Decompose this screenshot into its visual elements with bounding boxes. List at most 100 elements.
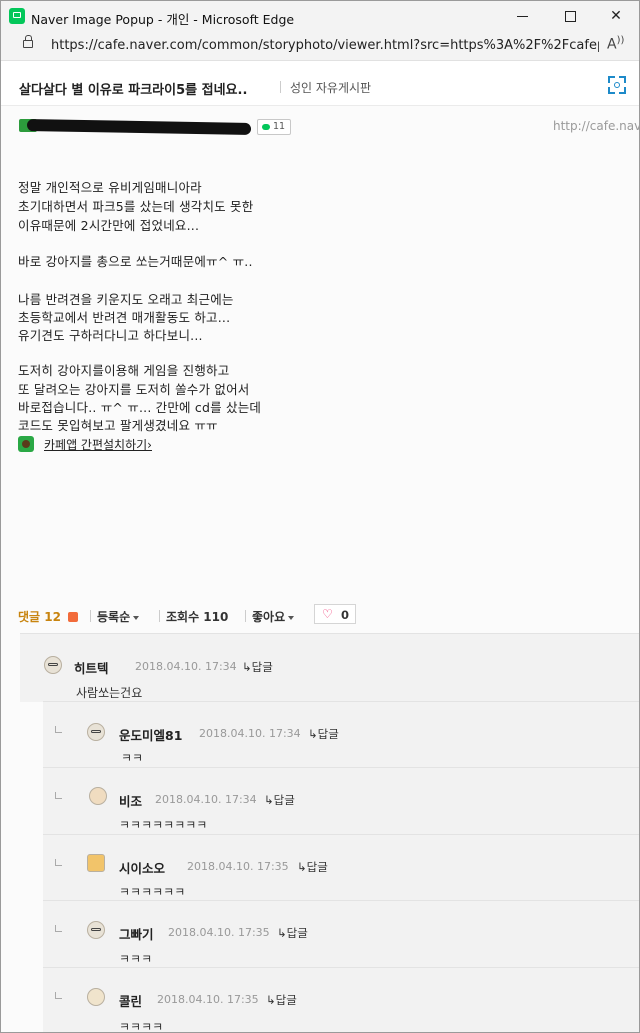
body-line: 유기견도 구하러다니고 하다보니... — [18, 328, 203, 343]
avatar[interactable] — [87, 921, 105, 939]
redacted-author-extra — [161, 125, 251, 133]
avatar[interactable] — [87, 988, 105, 1006]
likes-label: 좋아요 — [252, 610, 286, 624]
comment-list: 히트텍 2018.04.10. 17:34 ↳답글 사람쏘는건요 운도미엘81 … — [20, 633, 639, 1032]
reply-arrow-icon — [55, 859, 62, 866]
reply-arrow-icon — [55, 925, 62, 932]
body-line: 코드도 못입혀보고 팔게생겼네요 ㅠㅠ — [18, 418, 218, 433]
cafe-app-link[interactable]: 카페앱 간편설치하기› — [44, 436, 152, 453]
board-name[interactable]: 성인 자유게시판 — [290, 79, 371, 96]
divider — [159, 610, 160, 622]
maximize-button[interactable] — [547, 1, 593, 32]
reply-arrow-icon — [55, 992, 62, 999]
body-line: 바로 강아지를 총으로 쏘는거때문에ㅠ^ ㅠ.. — [18, 254, 253, 269]
comment-item: 히트텍 2018.04.10. 17:34 ↳답글 사람쏘는건요 — [20, 633, 639, 702]
comment-text: ㅋㅋㅋㅋㅋㅋㅋㅋ — [119, 818, 208, 832]
reply-button[interactable]: ↳답글 — [277, 925, 308, 941]
view-count: 조회수 110 — [166, 610, 229, 624]
caret-down-icon — [288, 615, 295, 620]
new-badge-icon — [68, 611, 79, 622]
divider — [90, 610, 91, 622]
page-content: 살다살다 별 이유로 파크라이5를 접네요.. 성인 자유게시판 11 http… — [1, 61, 639, 1032]
post-url[interactable]: http://cafe.nav — [553, 119, 639, 133]
comment-item: 운도미엘81 2018.04.10. 17:34 ↳답글 ㅋㅋ — [43, 701, 639, 768]
comment-date: 2018.04.10. 17:35 — [157, 993, 259, 1006]
close-button[interactable]: ✕ — [593, 1, 639, 32]
reply-label: 답글 — [251, 660, 273, 674]
body-line: 바로접습니다.. ㅠ^ ㅠ... 간만에 cd를 샀는데 — [18, 400, 262, 415]
comment-date: 2018.04.10. 17:35 — [187, 860, 289, 873]
cafe-app-icon — [18, 436, 34, 452]
comment-author[interactable]: 그빠기 — [119, 924, 154, 943]
reply-label: 답글 — [286, 926, 308, 940]
comment-text: ㅋㅋㅋ — [119, 952, 153, 966]
comment-author[interactable]: 콜린 — [119, 991, 142, 1010]
reply-label: 답글 — [275, 993, 297, 1007]
avatar[interactable] — [87, 854, 105, 872]
comment-date: 2018.04.10. 17:35 — [168, 926, 270, 939]
comment-count-badge[interactable]: 11 — [257, 119, 292, 135]
comment-text: 사람쏘는건요 — [76, 686, 143, 700]
read-aloud-icon[interactable]: A)) — [607, 35, 624, 53]
minimize-icon — [516, 15, 528, 17]
body-line: 나름 반려견을 키운지도 오래고 최근에는 — [18, 292, 234, 307]
divider — [280, 81, 281, 93]
comment-text: ㅋㅋ — [121, 751, 144, 765]
comment-author[interactable]: 히트텍 — [74, 658, 109, 677]
sort-label: 등록순 — [97, 610, 131, 624]
avatar[interactable] — [89, 787, 107, 805]
body-line: 도저히 강아지를이용해 게임을 진행하고 — [18, 363, 230, 378]
reply-label: 답글 — [317, 727, 339, 741]
title-bar: Naver Image Popup - 개인 - Microsoft Edge … — [1, 1, 639, 32]
scan-icon[interactable] — [608, 76, 626, 94]
reply-arrow-icon — [55, 726, 62, 733]
comment-item: 그빠기 2018.04.10. 17:35 ↳답글 ㅋㅋㅋ — [43, 900, 639, 968]
reply-button[interactable]: ↳답글 — [266, 992, 297, 1008]
avatar[interactable] — [87, 723, 105, 741]
comment-text: ㅋㅋㅋㅋㅋㅋ — [119, 885, 186, 899]
body-line: 초기대하면서 파크5를 샀는데 생각치도 못한 — [18, 199, 254, 214]
reply-label: 답글 — [306, 860, 328, 874]
comment-item: 콜린 2018.04.10. 17:35 ↳답글 ㅋㅋㅋㅋ — [43, 967, 639, 1032]
browser-window: Naver Image Popup - 개인 - Microsoft Edge … — [0, 0, 640, 1033]
url-field[interactable]: https://cafe.naver.com/common/storyphoto… — [51, 38, 599, 53]
maximize-icon — [564, 10, 576, 22]
comment-date: 2018.04.10. 17:34 — [199, 727, 301, 740]
body-line: 정말 개인적으로 유비게임매니아라 — [18, 180, 202, 195]
comment-item: 시이소오 2018.04.10. 17:35 ↳답글 ㅋㅋㅋㅋㅋㅋ — [43, 834, 639, 901]
reply-button[interactable]: ↳답글 — [297, 859, 328, 875]
likes-dropdown[interactable]: 좋아요 — [252, 608, 295, 625]
comment-author[interactable]: 운도미엘81 — [119, 725, 182, 744]
comment-author[interactable]: 비조 — [119, 791, 142, 810]
window-title: Naver Image Popup - 개인 - Microsoft Edge — [31, 12, 295, 27]
comment-item: 비조 2018.04.10. 17:34 ↳답글 ㅋㅋㅋㅋㅋㅋㅋㅋ — [43, 767, 639, 835]
address-bar: https://cafe.naver.com/common/storyphoto… — [1, 32, 639, 61]
body-line: 초등학교에서 반려견 매개활동도 하고... — [18, 310, 231, 325]
body-line: 또 달려오는 강아지를 도저히 쏠수가 없어서 — [18, 382, 250, 397]
reply-toggle[interactable]: 댓글 12 — [18, 608, 79, 625]
reply-button[interactable]: ↳답글 — [242, 659, 273, 675]
like-count: 0 — [341, 608, 350, 622]
naver-app-icon — [9, 8, 25, 24]
minimize-button[interactable] — [499, 1, 545, 32]
reply-arrow-icon — [55, 792, 62, 799]
heart-icon: ♡ — [322, 607, 333, 621]
comment-date: 2018.04.10. 17:34 — [155, 793, 257, 806]
comment-author[interactable]: 시이소오 — [119, 858, 165, 877]
reply-label: 답글 — [273, 793, 295, 807]
body-line: 이유때문에 2시간만에 접었네요... — [18, 218, 200, 233]
comment-count: 11 — [273, 121, 286, 132]
reply-button[interactable]: ↳답글 — [264, 792, 295, 808]
avatar[interactable] — [44, 656, 62, 674]
like-button[interactable]: ♡ 0 — [314, 604, 356, 624]
comment-bar: 댓글 12 등록순 조회수 110 좋아요 ♡ 0 — [1, 601, 639, 631]
lock-icon[interactable] — [23, 35, 33, 48]
divider — [245, 610, 246, 622]
reply-button[interactable]: ↳답글 — [308, 726, 339, 742]
caret-down-icon — [133, 615, 140, 620]
sort-dropdown[interactable]: 등록순 — [97, 608, 140, 625]
reply-count: 12 — [44, 610, 61, 624]
post-header: 살다살다 별 이유로 파크라이5를 접네요.. 성인 자유게시판 — [1, 61, 639, 106]
comment-bubble-icon — [262, 123, 270, 130]
comment-date: 2018.04.10. 17:34 — [135, 660, 237, 673]
